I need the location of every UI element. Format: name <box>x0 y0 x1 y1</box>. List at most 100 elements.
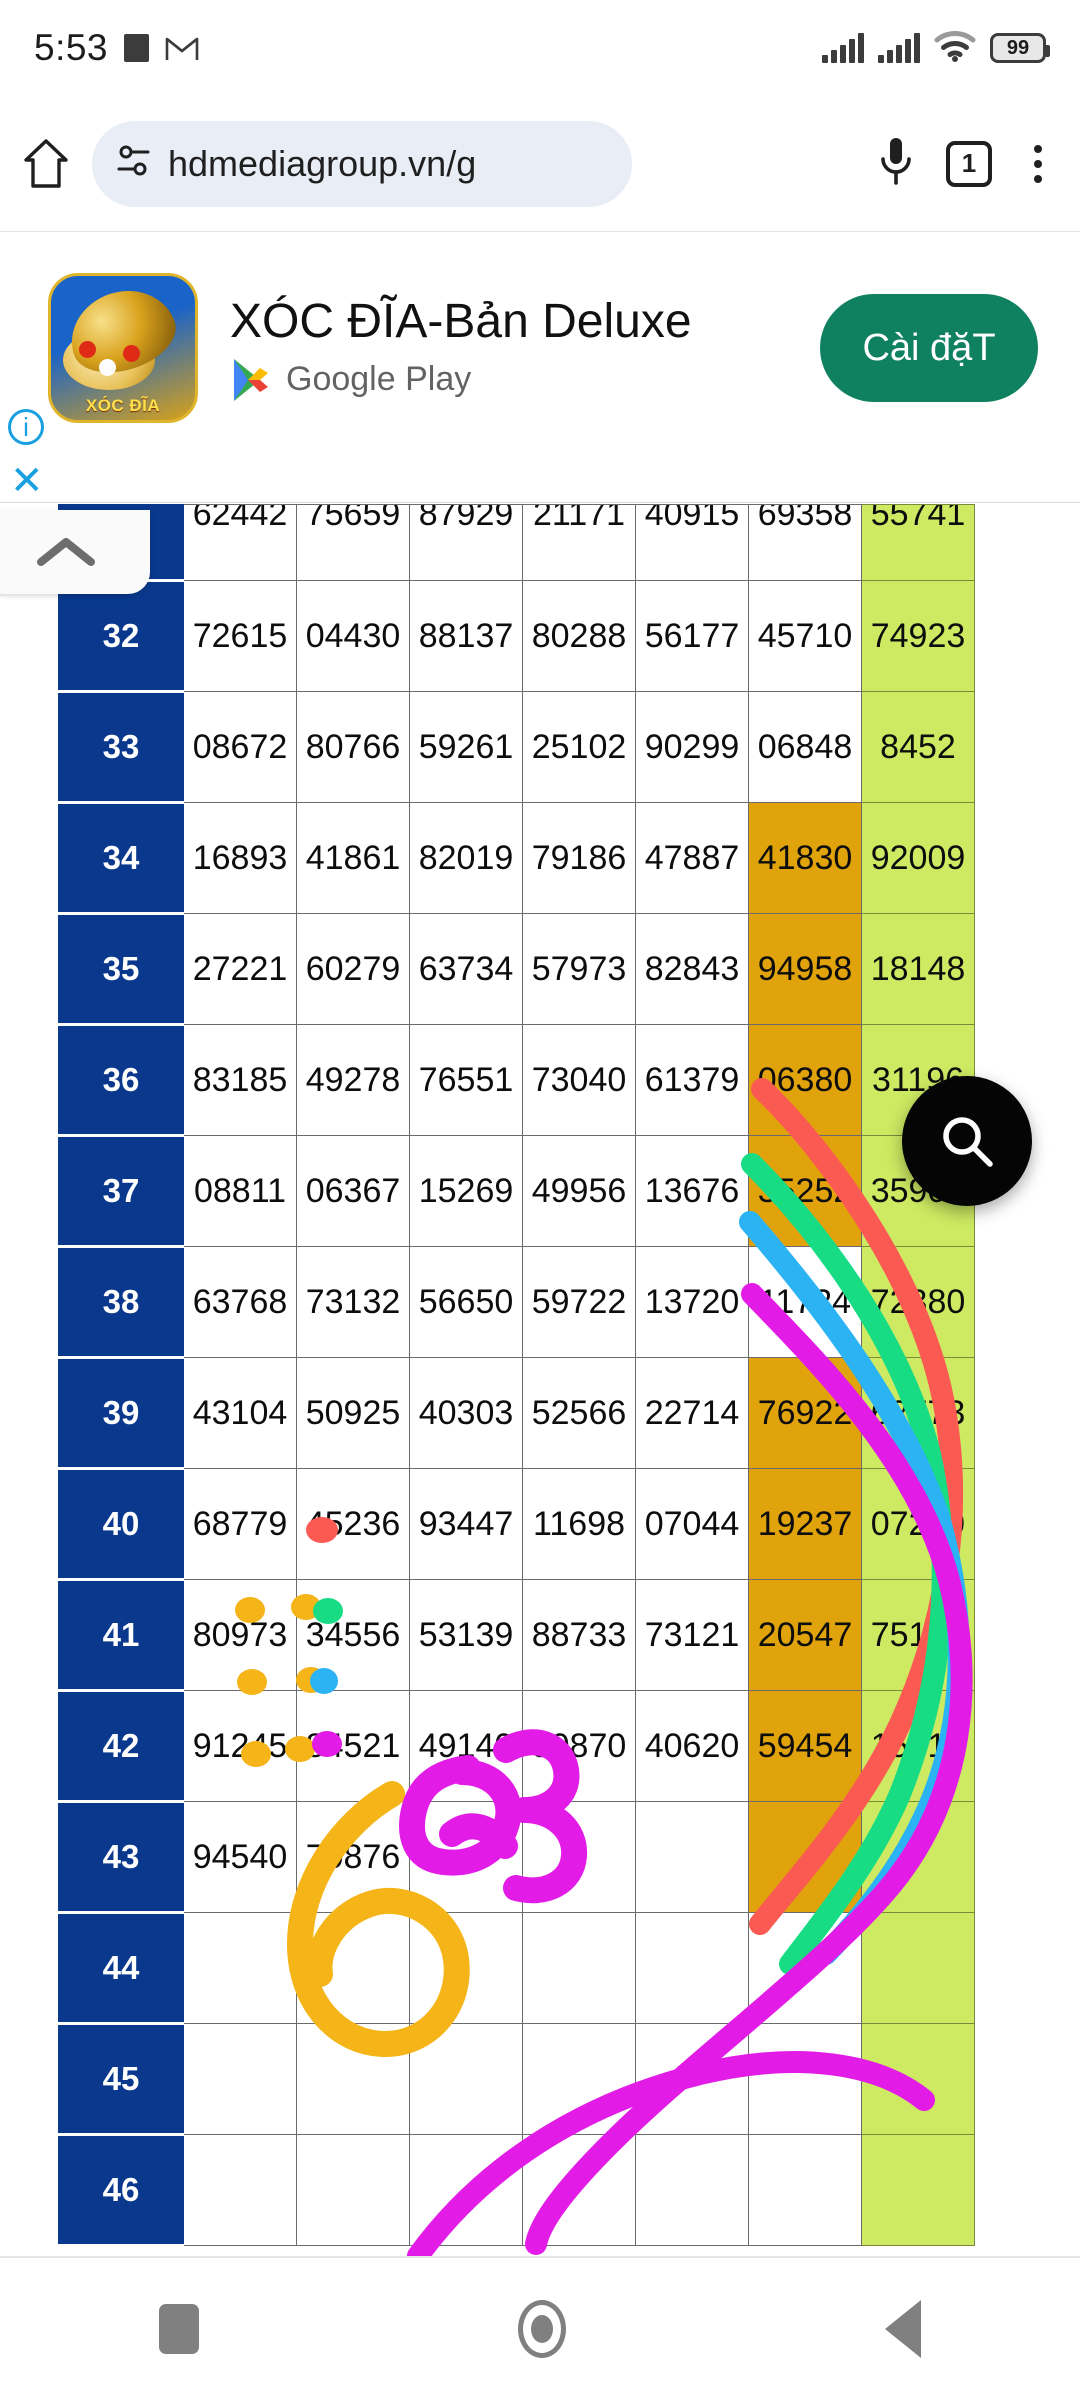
table-row-header: 33 <box>58 691 184 804</box>
address-bar[interactable]: hdmediagroup.vn/g <box>92 120 632 207</box>
table-cell <box>522 2134 636 2246</box>
table-cell <box>522 1801 636 1913</box>
table-cell: 40620 <box>635 1690 749 1802</box>
table-cell: 49956 <box>522 1135 636 1247</box>
table-cell: 49140 <box>409 1690 523 1802</box>
table-cell: 8452 <box>861 691 975 803</box>
table-cell: 80288 <box>522 580 636 692</box>
table-cell <box>861 1801 975 1913</box>
table-row-header: 36 <box>58 1024 184 1137</box>
home-button[interactable] <box>0 137 92 191</box>
chevron-up-icon <box>37 538 95 566</box>
signal-bars-icon <box>822 33 864 63</box>
table-cell <box>861 1912 975 2024</box>
table-cell: 50870 <box>522 1690 636 1802</box>
google-play-icon <box>230 357 272 403</box>
table-cell: 59454 <box>748 1690 862 1802</box>
table-cell <box>296 1912 410 2024</box>
table-cell: 52566 <box>522 1357 636 1469</box>
table-cell: 55741 <box>861 504 975 581</box>
collapse-toggle-button[interactable] <box>0 510 150 594</box>
table-cell: 45710 <box>748 580 862 692</box>
table-cell: 53139 <box>409 1579 523 1691</box>
table-row-header: 42 <box>58 1690 184 1803</box>
table-row-header: 34 <box>58 802 184 915</box>
table-row: 33 08672 80766 59261 25102 90299 06848 8452 <box>58 691 975 804</box>
table-row-header: 35 <box>58 913 184 1026</box>
table-cell: 69358 <box>748 504 862 581</box>
url-text[interactable]: hdmediagroup.vn/g <box>168 143 476 185</box>
battery-icon: 99 <box>990 33 1050 63</box>
table-row-header: 37 <box>58 1135 184 1248</box>
table-cell: 60279 <box>296 913 410 1025</box>
table-cell <box>861 2134 975 2246</box>
more-vertical-icon[interactable] <box>1022 141 1054 187</box>
table-cell <box>522 2023 636 2135</box>
table-row: 39 43104 50925 40303 52566 22714 76922 62773 <box>58 1357 975 1470</box>
table-cell: 72615 <box>183 580 297 692</box>
table-row-header: 43 <box>58 1801 184 1914</box>
recents-icon[interactable] <box>159 2304 200 2354</box>
status-bar-left: 5:53 <box>34 27 199 69</box>
table-cell: 62442 <box>183 504 297 581</box>
tab-counter[interactable]: 1 <box>946 140 992 187</box>
table-cell: 47887 <box>635 802 749 914</box>
microphone-icon[interactable] <box>876 135 916 192</box>
screen: 5:53 99 hdmediagroup.vn/g 1 XÓC ĐĨA XÓC … <box>0 0 1080 2400</box>
table-cell: 88733 <box>522 1579 636 1691</box>
table-cell: 50925 <box>296 1357 410 1469</box>
table-cell: 22714 <box>635 1357 749 1469</box>
table-row-header: 46 <box>58 2134 184 2247</box>
table-cell <box>635 2023 749 2135</box>
table-cell: 68779 <box>183 1468 297 1580</box>
table-row-header: 39 <box>58 1357 184 1470</box>
table-row: 37 08811 06367 15269 49956 13676 35252 35902 <box>58 1135 975 1248</box>
ad-content[interactable]: XÓC ĐĨA XÓC ĐĨA-Bản Deluxe Google Play C… <box>0 233 1080 463</box>
ad-install-button[interactable]: Cài đặT <box>820 294 1038 402</box>
table-cell <box>635 1801 749 1913</box>
table-cell: 90299 <box>635 691 749 803</box>
table-cell <box>861 2023 975 2135</box>
table-cell: 41861 <box>296 802 410 914</box>
table-cell: 27221 <box>183 913 297 1025</box>
table-cell: 40303 <box>409 1357 523 1469</box>
ad-store-name: Google Play <box>286 360 472 398</box>
table-cell: 82843 <box>635 913 749 1025</box>
table-cell: 56177 <box>635 580 749 692</box>
table-cell: 07044 <box>635 1468 749 1580</box>
back-triangle-icon[interactable] <box>884 2300 921 2358</box>
table-cell: 56650 <box>409 1246 523 1358</box>
battery-level: 99 <box>1006 36 1030 59</box>
table-cell: 59261 <box>409 691 523 803</box>
advertisement-banner[interactable]: XÓC ĐĨA XÓC ĐĨA-Bản Deluxe Google Play C… <box>0 233 1080 503</box>
table-row: 40 68779 45236 93447 11698 07044 19237 07239 <box>58 1468 975 1581</box>
table-cell: 06848 <box>748 691 862 803</box>
tune-icon[interactable] <box>114 141 154 186</box>
home-circle-icon[interactable] <box>517 2300 566 2358</box>
ad-store-row: Google Play <box>230 357 692 403</box>
table-cell: 75659 <box>296 504 410 581</box>
table-cell: 08811 <box>183 1135 297 1247</box>
table-cell <box>409 1912 523 2024</box>
table-row-header: 41 <box>58 1579 184 1692</box>
table-cell: 70876 <box>296 1801 410 1913</box>
table-row-header: 32 <box>58 580 184 693</box>
table-cell: 92009 <box>861 802 975 914</box>
close-icon[interactable]: ✕ <box>10 461 44 501</box>
table-cell: 80973 <box>183 1579 297 1691</box>
table-row: 44 <box>58 1912 975 2025</box>
table-cell: 87929 <box>409 504 523 581</box>
search-fab-button[interactable] <box>902 1076 1032 1206</box>
table-cell: 63734 <box>409 913 523 1025</box>
table-cell: 93447 <box>409 1468 523 1580</box>
table-row-header: 40 <box>58 1468 184 1581</box>
table-cell: 06367 <box>296 1135 410 1247</box>
table-cell <box>635 1912 749 2024</box>
table-cell: 20547 <box>748 1579 862 1691</box>
table-cell: 94958 <box>748 913 862 1025</box>
table-cell: 76551 <box>409 1024 523 1136</box>
info-icon[interactable]: i <box>8 409 44 445</box>
table-cell: 73121 <box>635 1579 749 1691</box>
table-cell <box>409 2134 523 2246</box>
table-cell: 41830 <box>748 802 862 914</box>
